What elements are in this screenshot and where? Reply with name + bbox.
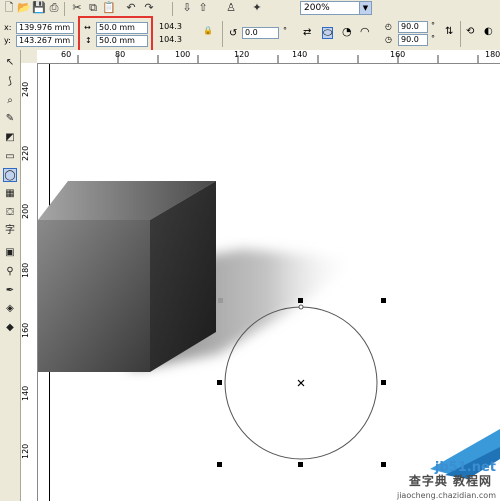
ruler-top-label: 180: [485, 50, 500, 59]
y-label: y:: [4, 36, 11, 45]
scale-x-field[interactable]: 104.3: [157, 22, 187, 34]
chevron-down-icon: ▼: [359, 2, 371, 14]
basic-shapes-tool-icon[interactable]: ⛋: [3, 206, 17, 220]
end-angle-field[interactable]: 90.0: [398, 34, 428, 46]
toolbox: ↖ ⟆ ⌕ ✎ ◩ ▭ ◯ ▦ ⛋ 字 ▣ ⚲ ✒ ◈ ◆: [0, 50, 21, 501]
scale-y-field[interactable]: 104.3: [157, 35, 187, 47]
x-label: x:: [4, 23, 12, 32]
smart-fill-tool-icon[interactable]: ◩: [3, 131, 17, 145]
ruler-left-label: 120: [21, 443, 30, 459]
copy-icon[interactable]: ⧉: [86, 1, 100, 15]
freehand-tool-icon[interactable]: ✎: [3, 112, 17, 126]
zoom-tool-icon[interactable]: ⌕: [3, 94, 17, 108]
drawing-canvas[interactable]: jb51.net 查字典 教程网 jiaocheng.chazidian.com: [38, 64, 500, 501]
text-tool-icon[interactable]: 字: [3, 224, 17, 238]
vertical-ruler[interactable]: 240 220 200 180 160 140 120: [20, 63, 38, 501]
x-position-field[interactable]: 139.976 mm: [16, 22, 74, 34]
lock-ratio-icon[interactable]: 🔒: [203, 26, 213, 36]
redo-icon[interactable]: ↷: [142, 1, 156, 15]
property-bar: x: 139.976 mm y: 143.267 mm ↔ 50.0 mm ↕ …: [0, 18, 500, 51]
cut-icon[interactable]: ✂: [70, 1, 84, 15]
rectangle-tool-icon[interactable]: ▭: [3, 150, 17, 164]
ruler-ticks: [77, 55, 479, 63]
ruler-left-label: 180: [21, 262, 30, 278]
outline-tool-icon[interactable]: ✒: [3, 284, 17, 298]
separator: [460, 21, 461, 47]
watermark-title: 查字典 教程网: [408, 474, 492, 488]
start-angle-field[interactable]: 90.0: [398, 21, 428, 33]
wrap-text-icon[interactable]: ⟲: [466, 27, 474, 37]
degree-symbol: °: [283, 26, 287, 35]
zoom-level-value: 200%: [304, 3, 330, 13]
undo-icon[interactable]: ↶: [124, 1, 138, 15]
y-position-field[interactable]: 143.267 mm: [16, 35, 74, 47]
start-angle-icon: ◴: [385, 22, 392, 31]
rotate-icon: ↺: [229, 28, 238, 39]
polygon-tool-icon[interactable]: ▦: [3, 187, 17, 201]
watermark: jb51.net 查字典 教程网 jiaocheng.chazidian.com: [350, 429, 500, 501]
eyedropper-tool-icon[interactable]: ⚲: [3, 265, 17, 279]
welcome-icon[interactable]: ✦: [250, 1, 264, 15]
mirror-icon[interactable]: ⇄: [303, 28, 311, 38]
ruler-top-label: 140: [292, 50, 308, 59]
paste-icon[interactable]: 📋: [102, 1, 116, 15]
ruler-left-label: 200: [21, 203, 30, 219]
ruler-origin[interactable]: [20, 50, 38, 64]
ellipse-tool-icon[interactable]: ◯: [3, 168, 17, 182]
ruler-top-label: 120: [234, 50, 250, 59]
import-icon[interactable]: ⇩: [180, 1, 194, 15]
ellipse-mode-icon[interactable]: ⬭: [322, 27, 334, 39]
rotation-angle-field[interactable]: 0.0: [242, 27, 279, 39]
ellipse-node[interactable]: [298, 304, 304, 310]
app-launcher-icon[interactable]: ♙: [224, 1, 238, 15]
ruler-top-label: 60: [61, 50, 72, 59]
start-angle-degree: °: [431, 21, 435, 30]
arc-mode-icon[interactable]: ◠: [360, 26, 370, 37]
ruler-top-label: 160: [390, 50, 406, 59]
interactive-blend-tool-icon[interactable]: ▣: [3, 246, 17, 260]
print-icon[interactable]: ⎙: [47, 1, 61, 15]
open-icon[interactable]: 📂: [17, 1, 31, 15]
ruler-left-label: 160: [21, 322, 30, 338]
zoom-level-select[interactable]: 200% ▼: [300, 1, 372, 15]
ruler-left-label: 240: [21, 81, 30, 97]
save-icon[interactable]: 💾: [32, 1, 46, 15]
separator: [64, 2, 65, 16]
ruler-left-label: 220: [21, 145, 30, 161]
end-angle-degree: °: [431, 34, 435, 43]
export-icon[interactable]: ⇧: [196, 1, 210, 15]
ruler-top-label: 100: [175, 50, 191, 59]
separator: [222, 21, 223, 47]
direction-icon[interactable]: ⇅: [445, 27, 453, 37]
standard-toolbar: 🗋 📂 💾 ⎙ ✂ ⧉ 📋 ↶ ↷ ⇩ ⇧ ♙ ✦ 200% ▼: [0, 0, 500, 19]
new-icon[interactable]: 🗋: [2, 1, 16, 15]
shape-tool-icon[interactable]: ⟆: [3, 75, 17, 89]
cube-front-face[interactable]: [38, 220, 150, 372]
ruler-left-label: 140: [21, 385, 30, 401]
fill-tool-icon[interactable]: ◈: [3, 302, 17, 316]
separator: [172, 2, 173, 16]
horizontal-ruler[interactable]: 60 80 100 120 140 160 180: [37, 50, 500, 64]
ruler-top-label: 80: [115, 50, 126, 59]
watermark-url: jiaocheng.chazidian.com: [396, 491, 496, 500]
node-marker: [218, 298, 223, 303]
center-marker: [297, 379, 305, 387]
pie-mode-icon[interactable]: ◔: [342, 26, 352, 37]
end-angle-icon: ◷: [385, 35, 392, 44]
pick-tool-icon[interactable]: ↖: [3, 56, 17, 70]
interactive-fill-tool-icon[interactable]: ◆: [3, 321, 17, 335]
outline-width-icon[interactable]: ◐: [484, 27, 493, 37]
